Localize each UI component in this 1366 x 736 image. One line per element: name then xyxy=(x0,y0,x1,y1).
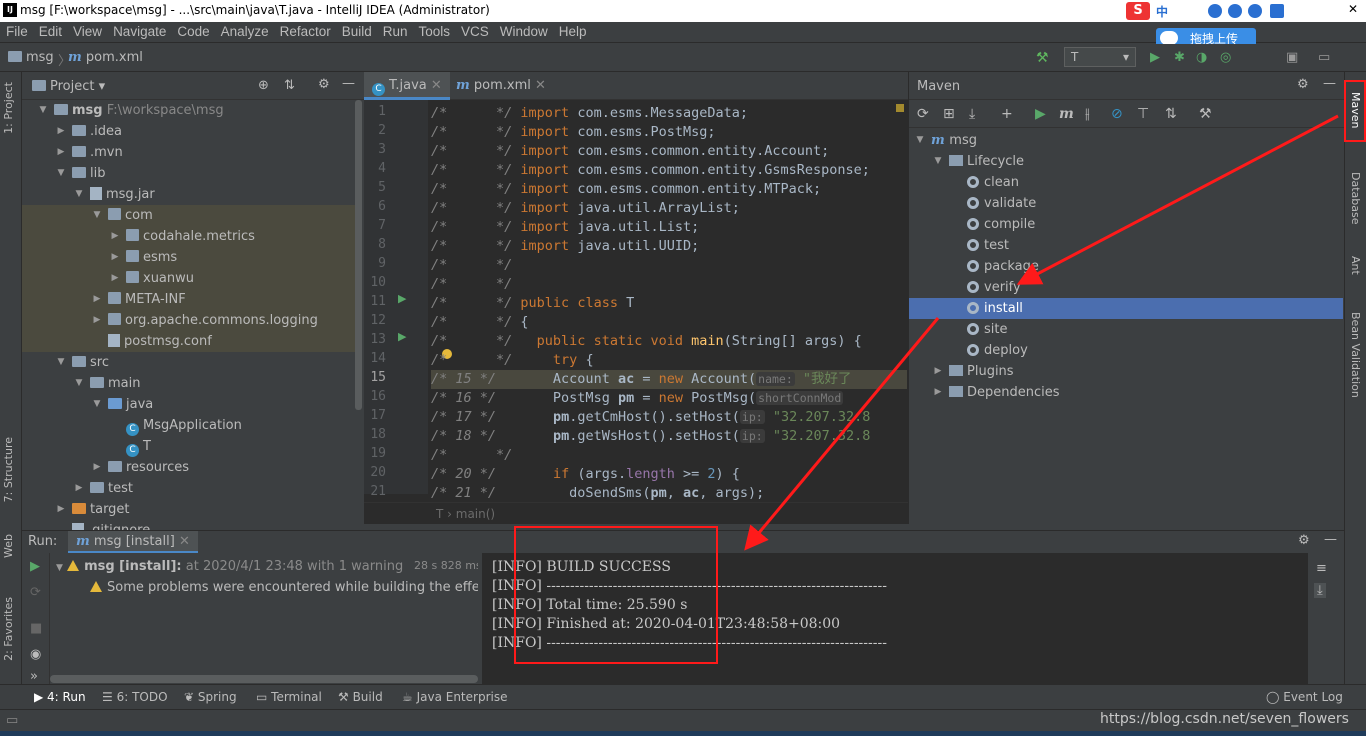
arrow-to-install xyxy=(1016,114,1339,285)
annotation-arrows xyxy=(744,114,1339,551)
arrow-to-console xyxy=(744,317,940,551)
